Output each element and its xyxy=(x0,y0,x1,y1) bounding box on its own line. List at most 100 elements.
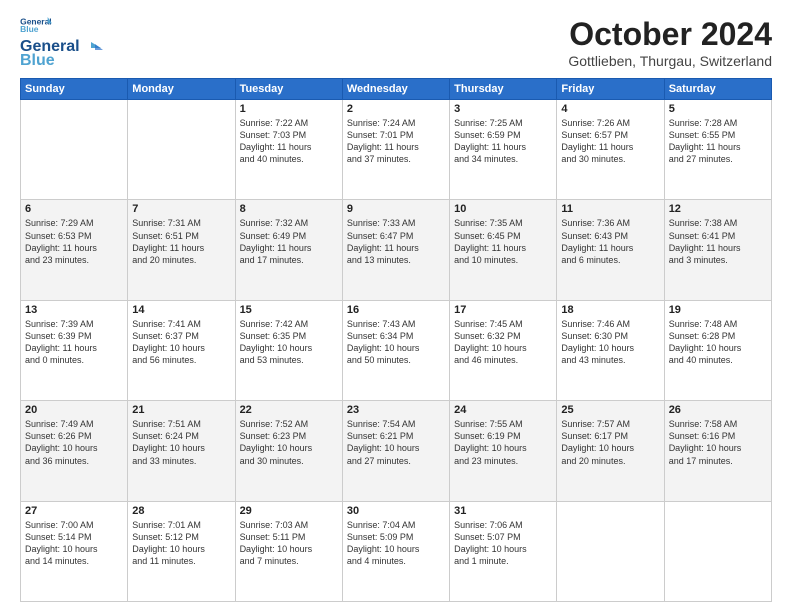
calendar-table: SundayMondayTuesdayWednesdayThursdayFrid… xyxy=(20,78,772,602)
day-number: 25 xyxy=(561,404,659,416)
day-info: Sunrise: 7:58 AM Sunset: 6:16 PM Dayligh… xyxy=(669,418,767,467)
day-number: 18 xyxy=(561,304,659,316)
day-info: Sunrise: 7:39 AM Sunset: 6:39 PM Dayligh… xyxy=(25,318,123,367)
day-info: Sunrise: 7:01 AM Sunset: 5:12 PM Dayligh… xyxy=(132,519,230,568)
main-title: October 2024 xyxy=(568,16,772,53)
day-info: Sunrise: 7:55 AM Sunset: 6:19 PM Dayligh… xyxy=(454,418,552,467)
day-number: 16 xyxy=(347,304,445,316)
day-info: Sunrise: 7:45 AM Sunset: 6:32 PM Dayligh… xyxy=(454,318,552,367)
day-info: Sunrise: 7:35 AM Sunset: 6:45 PM Dayligh… xyxy=(454,217,552,266)
day-number: 11 xyxy=(561,203,659,215)
calendar-cell: 1 Sunrise: 7:22 AM Sunset: 7:03 PM Daylig… xyxy=(235,100,342,200)
calendar-week-row: 27 Sunrise: 7:00 AM Sunset: 5:14 PM Dayli… xyxy=(21,501,772,601)
day-info: Sunrise: 7:06 AM Sunset: 5:07 PM Dayligh… xyxy=(454,519,552,568)
calendar-cell: 2 Sunrise: 7:24 AM Sunset: 7:01 PM Daylig… xyxy=(342,100,449,200)
logo: General Blue General Blue xyxy=(20,16,104,70)
day-info: Sunrise: 7:29 AM Sunset: 6:53 PM Dayligh… xyxy=(25,217,123,266)
calendar-cell: 14Sunrise: 7:41 AM Sunset: 6:37 PM Dayli… xyxy=(128,300,235,400)
calendar-cell: 22 Sunrise: 7:52 AM Sunset: 6:23 PM Dayli… xyxy=(235,401,342,501)
logo-blue: Blue xyxy=(20,52,55,70)
logo-bird-icon xyxy=(81,40,103,54)
day-number: 12 xyxy=(669,203,767,215)
calendar-cell: 7 Sunrise: 7:31 AM Sunset: 6:51 PM Daylig… xyxy=(128,200,235,300)
calendar-week-row: 13Sunrise: 7:39 AM Sunset: 6:39 PM Dayli… xyxy=(21,300,772,400)
calendar-week-row: 20Sunrise: 7:49 AM Sunset: 6:26 PM Dayli… xyxy=(21,401,772,501)
day-info: Sunrise: 7:26 AM Sunset: 6:57 PM Dayligh… xyxy=(561,117,659,166)
day-info: Sunrise: 7:32 AM Sunset: 6:49 PM Dayligh… xyxy=(240,217,338,266)
day-info: Sunrise: 7:52 AM Sunset: 6:23 PM Dayligh… xyxy=(240,418,338,467)
calendar-cell: 16 Sunrise: 7:43 AM Sunset: 6:34 PM Dayli… xyxy=(342,300,449,400)
day-number: 28 xyxy=(132,505,230,517)
day-number: 31 xyxy=(454,505,552,517)
day-number: 3 xyxy=(454,103,552,115)
day-info: Sunrise: 7:03 AM Sunset: 5:11 PM Dayligh… xyxy=(240,519,338,568)
day-info: Sunrise: 7:33 AM Sunset: 6:47 PM Dayligh… xyxy=(347,217,445,266)
day-number: 7 xyxy=(132,203,230,215)
day-number: 22 xyxy=(240,404,338,416)
calendar-cell: 3 Sunrise: 7:25 AM Sunset: 6:59 PM Daylig… xyxy=(450,100,557,200)
calendar-header-row: SundayMondayTuesdayWednesdayThursdayFrid… xyxy=(21,79,772,100)
svg-text:Blue: Blue xyxy=(20,24,39,34)
calendar-cell: 8 Sunrise: 7:32 AM Sunset: 6:49 PM Daylig… xyxy=(235,200,342,300)
calendar-cell: 31 Sunrise: 7:06 AM Sunset: 5:07 PM Dayli… xyxy=(450,501,557,601)
calendar-header-friday: Friday xyxy=(557,79,664,100)
day-number: 1 xyxy=(240,103,338,115)
calendar-cell: 27 Sunrise: 7:00 AM Sunset: 5:14 PM Dayli… xyxy=(21,501,128,601)
calendar-header-tuesday: Tuesday xyxy=(235,79,342,100)
calendar-cell: 13Sunrise: 7:39 AM Sunset: 6:39 PM Dayli… xyxy=(21,300,128,400)
day-info: Sunrise: 7:57 AM Sunset: 6:17 PM Dayligh… xyxy=(561,418,659,467)
day-info: Sunrise: 7:46 AM Sunset: 6:30 PM Dayligh… xyxy=(561,318,659,367)
day-info: Sunrise: 7:31 AM Sunset: 6:51 PM Dayligh… xyxy=(132,217,230,266)
day-number: 15 xyxy=(240,304,338,316)
day-number: 10 xyxy=(454,203,552,215)
calendar-cell: 18 Sunrise: 7:46 AM Sunset: 6:30 PM Dayli… xyxy=(557,300,664,400)
day-info: Sunrise: 7:22 AM Sunset: 7:03 PM Dayligh… xyxy=(240,117,338,166)
logo-icon: General Blue xyxy=(20,16,52,34)
day-number: 21 xyxy=(132,404,230,416)
calendar-cell: 19Sunrise: 7:48 AM Sunset: 6:28 PM Dayli… xyxy=(664,300,771,400)
calendar-cell xyxy=(21,100,128,200)
day-number: 19 xyxy=(669,304,767,316)
calendar-cell xyxy=(128,100,235,200)
day-info: Sunrise: 7:28 AM Sunset: 6:55 PM Dayligh… xyxy=(669,117,767,166)
day-info: Sunrise: 7:00 AM Sunset: 5:14 PM Dayligh… xyxy=(25,519,123,568)
day-number: 6 xyxy=(25,203,123,215)
day-number: 27 xyxy=(25,505,123,517)
calendar-cell: 6 Sunrise: 7:29 AM Sunset: 6:53 PM Daylig… xyxy=(21,200,128,300)
day-number: 20 xyxy=(25,404,123,416)
day-number: 24 xyxy=(454,404,552,416)
day-number: 17 xyxy=(454,304,552,316)
calendar-cell: 20Sunrise: 7:49 AM Sunset: 6:26 PM Dayli… xyxy=(21,401,128,501)
day-info: Sunrise: 7:04 AM Sunset: 5:09 PM Dayligh… xyxy=(347,519,445,568)
day-info: Sunrise: 7:24 AM Sunset: 7:01 PM Dayligh… xyxy=(347,117,445,166)
calendar-cell: 10 Sunrise: 7:35 AM Sunset: 6:45 PM Dayli… xyxy=(450,200,557,300)
day-number: 23 xyxy=(347,404,445,416)
calendar-cell: 9 Sunrise: 7:33 AM Sunset: 6:47 PM Daylig… xyxy=(342,200,449,300)
calendar-week-row: 1 Sunrise: 7:22 AM Sunset: 7:03 PM Daylig… xyxy=(21,100,772,200)
day-info: Sunrise: 7:43 AM Sunset: 6:34 PM Dayligh… xyxy=(347,318,445,367)
day-number: 9 xyxy=(347,203,445,215)
page: General Blue General Blue October 2024 G… xyxy=(0,0,792,612)
calendar-header-thursday: Thursday xyxy=(450,79,557,100)
day-number: 8 xyxy=(240,203,338,215)
day-number: 30 xyxy=(347,505,445,517)
calendar-cell xyxy=(664,501,771,601)
day-number: 2 xyxy=(347,103,445,115)
day-number: 4 xyxy=(561,103,659,115)
day-number: 29 xyxy=(240,505,338,517)
calendar-header-monday: Monday xyxy=(128,79,235,100)
day-info: Sunrise: 7:42 AM Sunset: 6:35 PM Dayligh… xyxy=(240,318,338,367)
calendar-cell: 29 Sunrise: 7:03 AM Sunset: 5:11 PM Dayli… xyxy=(235,501,342,601)
subtitle: Gottlieben, Thurgau, Switzerland xyxy=(568,53,772,69)
day-number: 26 xyxy=(669,404,767,416)
day-info: Sunrise: 7:25 AM Sunset: 6:59 PM Dayligh… xyxy=(454,117,552,166)
calendar-header-wednesday: Wednesday xyxy=(342,79,449,100)
day-info: Sunrise: 7:38 AM Sunset: 6:41 PM Dayligh… xyxy=(669,217,767,266)
calendar-cell: 12 Sunrise: 7:38 AM Sunset: 6:41 PM Dayli… xyxy=(664,200,771,300)
day-info: Sunrise: 7:51 AM Sunset: 6:24 PM Dayligh… xyxy=(132,418,230,467)
header: General Blue General Blue October 2024 G… xyxy=(20,16,772,70)
calendar-cell: 15 Sunrise: 7:42 AM Sunset: 6:35 PM Dayli… xyxy=(235,300,342,400)
title-block: October 2024 Gottlieben, Thurgau, Switze… xyxy=(568,16,772,69)
calendar-cell: 5Sunrise: 7:28 AM Sunset: 6:55 PM Daylig… xyxy=(664,100,771,200)
calendar-cell: 11Sunrise: 7:36 AM Sunset: 6:43 PM Dayli… xyxy=(557,200,664,300)
